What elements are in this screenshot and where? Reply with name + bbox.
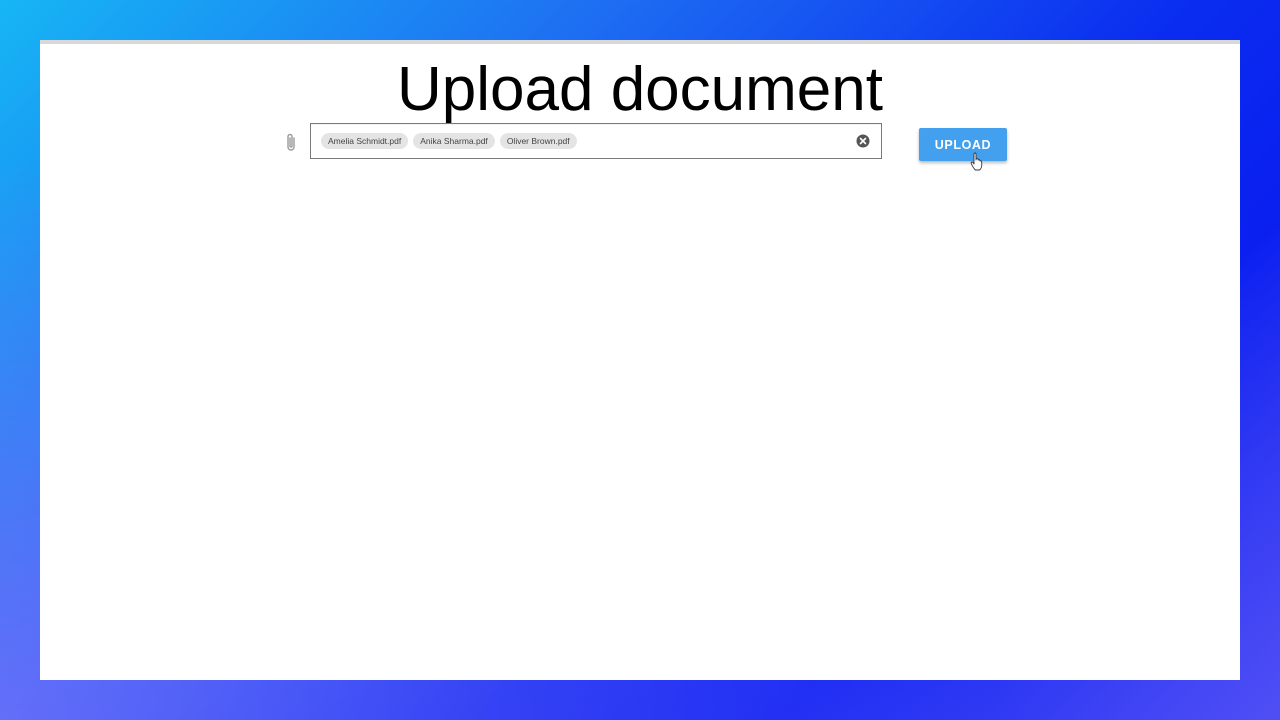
- file-chip: Oliver Brown.pdf: [499, 133, 577, 149]
- upload-window: Upload document Amelia Schmidt.pdf Anika…: [40, 40, 1240, 680]
- file-chip: Anika Sharma.pdf: [413, 133, 495, 149]
- clear-circle-icon[interactable]: [856, 134, 870, 148]
- page-title: Upload document: [397, 55, 883, 124]
- paperclip-icon[interactable]: [284, 132, 298, 154]
- file-input-field[interactable]: Amelia Schmidt.pdf Anika Sharma.pdf Oliv…: [310, 123, 882, 159]
- upload-button[interactable]: UPLOAD: [919, 128, 1007, 161]
- hand-pointer-icon: [970, 152, 984, 172]
- file-chip: Amelia Schmidt.pdf: [321, 133, 409, 149]
